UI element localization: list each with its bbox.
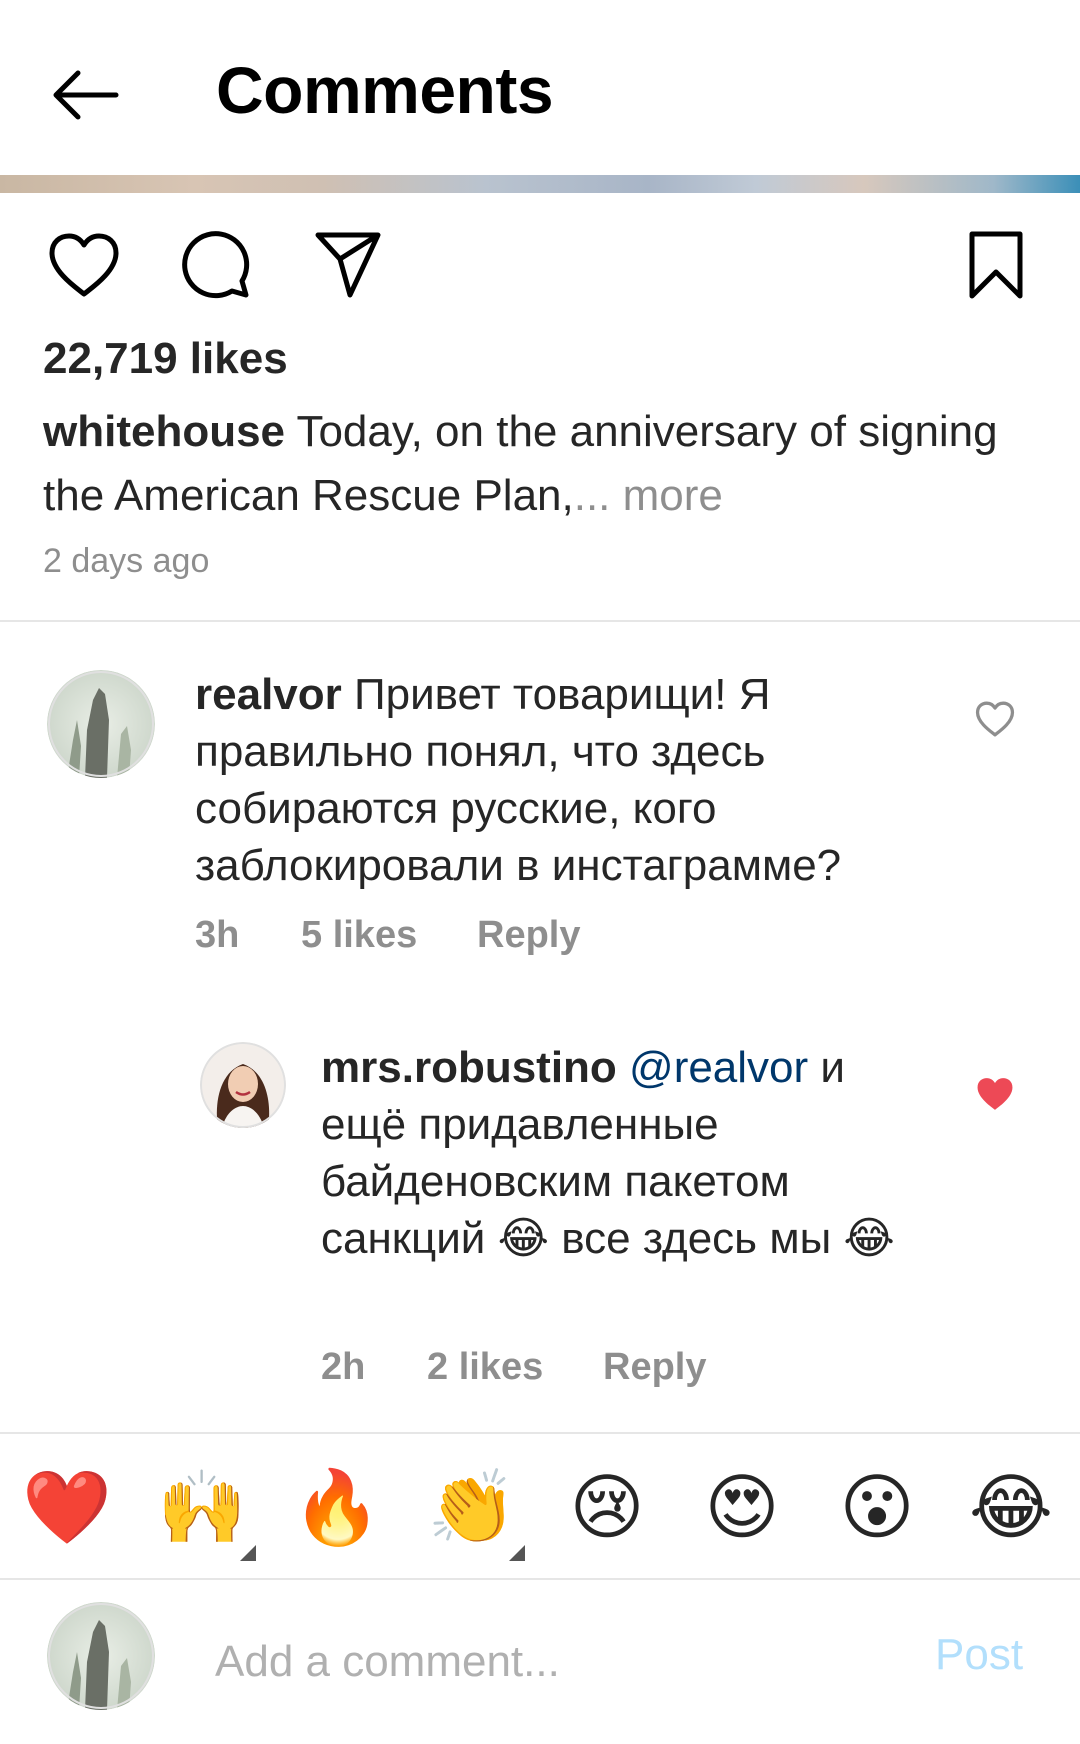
likes-count[interactable]: 22,719 likes xyxy=(43,334,288,384)
reply-button[interactable]: Reply xyxy=(477,914,580,957)
emoji-crying-face[interactable]: 😢 xyxy=(562,1462,652,1552)
reply-button[interactable]: Reply xyxy=(603,1346,706,1389)
comment-likes[interactable]: 2 likes xyxy=(427,1346,603,1389)
skin-tone-indicator-icon xyxy=(240,1545,256,1561)
comment-input-bar: Post xyxy=(0,1580,1080,1744)
emoji-tears-of-joy[interactable]: 😂 xyxy=(966,1462,1056,1552)
like-heart-icon[interactable] xyxy=(42,223,126,307)
emoji-fire[interactable]: 🔥 xyxy=(292,1462,382,1552)
comment-liked-heart-icon[interactable] xyxy=(973,1072,1017,1116)
comment-time: 3h xyxy=(195,914,240,956)
post-action-bar xyxy=(0,193,1080,333)
comment-username[interactable]: mrs.robustino xyxy=(321,1043,617,1092)
header: Comments xyxy=(0,0,1080,175)
comment-username[interactable]: realvor xyxy=(195,670,342,719)
comment-body: mrs.robustino @realvor и ещё придавленны… xyxy=(321,1039,941,1267)
comment-mention[interactable]: @realvor xyxy=(617,1043,808,1092)
post-caption: whitehouse Today, on the anniversary of … xyxy=(43,400,1043,528)
emoji-heart-eyes[interactable]: 😍 xyxy=(697,1462,787,1552)
comment-bubble-icon[interactable] xyxy=(174,223,258,307)
comment-like-heart-icon[interactable] xyxy=(973,697,1017,741)
comment-likes[interactable]: 5 likes xyxy=(301,914,477,957)
avatar[interactable] xyxy=(200,1042,286,1128)
emoji-clapping-hands[interactable]: 👏 xyxy=(427,1462,517,1552)
emoji-heart[interactable]: ❤️ xyxy=(22,1462,112,1552)
emoji-surprised-face[interactable]: 😮 xyxy=(832,1462,922,1552)
caption-username[interactable]: whitehouse xyxy=(43,407,285,456)
skin-tone-indicator-icon xyxy=(509,1545,525,1561)
caption-more-link[interactable]: ... more xyxy=(574,471,723,520)
divider xyxy=(0,1432,1080,1434)
post-timestamp: 2 days ago xyxy=(43,542,210,580)
current-user-avatar xyxy=(47,1602,155,1710)
divider xyxy=(0,620,1080,622)
comment-body: realvor Привет товарищи! Я правильно пон… xyxy=(195,666,935,894)
post-image-strip xyxy=(0,175,1080,193)
avatar[interactable] xyxy=(47,670,155,778)
back-arrow-icon[interactable] xyxy=(40,55,130,135)
comment-meta: 2h 2 likes Reply xyxy=(321,1346,706,1389)
share-send-icon[interactable] xyxy=(306,223,390,307)
add-comment-input[interactable] xyxy=(215,1632,895,1692)
comment-time: 2h xyxy=(321,1346,366,1388)
post-button[interactable]: Post xyxy=(935,1630,1023,1680)
comment-meta: 3h 5 likes Reply xyxy=(195,914,580,957)
bookmark-icon[interactable] xyxy=(954,223,1038,307)
page-title: Comments xyxy=(216,53,554,127)
emoji-reaction-bar: ❤️ 🙌 🔥 👏 😢 😍 😮 😂 xyxy=(0,1436,1080,1576)
emoji-raised-hands[interactable]: 🙌 xyxy=(157,1462,247,1552)
